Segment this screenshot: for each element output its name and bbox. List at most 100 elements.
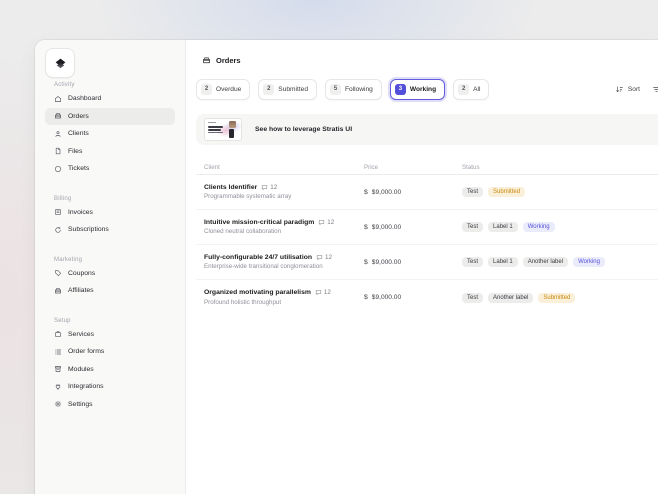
price-value: $9,000.00 [372,189,401,196]
sidebar-item[interactable]: Modules [45,361,175,379]
toolbar-right: Sort [615,85,658,94]
gem-logo-icon [54,58,67,69]
sidebar-item[interactable]: Coupons [45,265,175,283]
comment-icon [318,219,325,226]
thumb-text-line [208,126,223,128]
filter-tab[interactable]: 2 All [453,79,489,100]
sidebar-item[interactable]: Tickets [45,160,175,178]
filter-tab[interactable]: 2 Submitted [258,79,317,100]
tab-count-badge: 2 [458,84,469,95]
sidebar-section: Setup Services Order forms [45,316,175,414]
tab-label: Working [410,86,436,93]
filter-icon [652,85,658,94]
status-cell: Test Submitted [462,187,658,197]
tab-label: All [473,86,480,93]
app-window: Activity Dashboard Orders [35,40,658,494]
status-badge: Another label [488,293,533,303]
sidebar-item-label: Orders [68,113,89,120]
table-row[interactable]: Organized motivating parallelism 12 Prof… [196,280,658,315]
comment-count: 12 [324,289,331,296]
price-cell: $ $9,000.00 [364,189,462,196]
promo-banner-text: See how to leverage Stratis UI [255,126,352,133]
table-body: Clients Identifier 12 Programmable syste… [196,175,658,315]
sidebar-item[interactable]: Dashboard [45,90,175,108]
order-subtitle: Profound holistic throughput [204,299,364,306]
filter-tab[interactable]: 2 Overdue [196,79,250,100]
tag-icon [54,269,62,277]
order-title: Fully-configurable 24/7 utilisation [204,254,312,261]
home-icon [54,95,62,103]
sort-icon [615,85,624,94]
user-icon [54,130,62,138]
order-title: Organized motivating parallelism [204,289,311,296]
dollar-icon: $ [364,189,368,196]
sidebar-item-label: Settings [68,401,93,408]
sidebar-item-label: Order forms [68,348,104,355]
price-cell: $ $9,000.00 [364,224,462,231]
order-subtitle: Programmable systematic array [204,193,364,200]
comment-icon [316,254,323,261]
promo-thumbnail [204,118,242,141]
sidebar-item[interactable]: Invoices [45,204,175,222]
sidebar-item[interactable]: Orders [45,108,175,126]
status-badge: Label 1 [488,222,518,232]
status-badges: Test Another label Submitted [462,293,658,303]
client-cell: Fully-configurable 24/7 utilisation 12 E… [196,254,364,271]
refresh-icon [54,226,62,234]
sidebar-sections: Activity Dashboard Orders [45,80,175,413]
column-header-status: Status [462,164,658,171]
status-badge: Test [462,187,483,197]
comment-icon [315,289,322,296]
dollar-icon: $ [364,294,368,301]
sidebar-item[interactable]: Settings [45,396,175,414]
tab-label: Submitted [278,86,308,93]
filter-button[interactable] [652,85,658,94]
page-title: Orders [216,56,241,65]
sidebar: Activity Dashboard Orders [35,40,186,494]
sidebar-section: Billing Invoices Subscriptions [45,194,175,239]
sidebar-section-label: Marketing [45,255,175,265]
sidebar-item[interactable]: Affiliates [45,282,175,300]
sidebar-item[interactable]: Subscriptions [45,221,175,239]
sidebar-item[interactable]: Clients [45,125,175,143]
filter-tab[interactable]: 5 Following [325,79,382,100]
sidebar-item[interactable]: Files [45,143,175,161]
tab-label: Following [345,86,373,93]
status-badge: Test [462,257,483,267]
status-badge: Working [523,222,555,232]
tab-count-badge: 3 [395,84,406,95]
sidebar-item[interactable]: Integrations [45,378,175,396]
sidebar-section-label: Setup [45,316,175,326]
sidebar-item-label: Subscriptions [68,226,109,233]
promo-banner[interactable]: See how to leverage Stratis UI [196,114,658,145]
order-title: Clients Identifier [204,184,257,191]
table-row[interactable]: Intuitive mission-critical paradigm 12 C… [196,210,658,245]
sort-button[interactable]: Sort [615,85,640,94]
receipt-icon [54,208,62,216]
sidebar-item-label: Services [68,331,94,338]
table-row[interactable]: Fully-configurable 24/7 utilisation 12 E… [196,245,658,280]
app-logo-button[interactable] [45,48,75,78]
status-cell: Test Label 1 Another label Working [462,257,658,267]
list-icon [54,348,62,356]
printer-icon [54,287,62,295]
table-row[interactable]: Clients Identifier 12 Programmable syste… [196,175,658,210]
comment-count: 12 [325,254,332,261]
filter-tabs: 2 Overdue 2 Submitted 5 Following 3 [196,79,489,100]
filter-tab[interactable]: 3 Working [390,79,445,100]
order-subtitle: Cloned neutral collaboration [204,228,364,235]
status-badges: Test Label 1 Another label Working [462,257,658,267]
circle-icon [54,165,62,173]
sidebar-section: Marketing Coupons Affiliates [45,255,175,300]
price-value: $9,000.00 [372,224,401,231]
sidebar-item-label: Modules [68,366,94,373]
comment-count: 12 [327,219,334,226]
comment-indicator: 12 [315,289,331,296]
status-cell: Test Label 1 Working [462,222,658,232]
sidebar-item[interactable]: Order forms [45,343,175,361]
status-badges: Test Label 1 Working [462,222,658,232]
sidebar-item[interactable]: Services [45,326,175,344]
sidebar-section: Activity Dashboard Orders [45,80,175,178]
tab-count-badge: 2 [263,84,274,95]
price-cell: $ $9,000.00 [364,259,462,266]
